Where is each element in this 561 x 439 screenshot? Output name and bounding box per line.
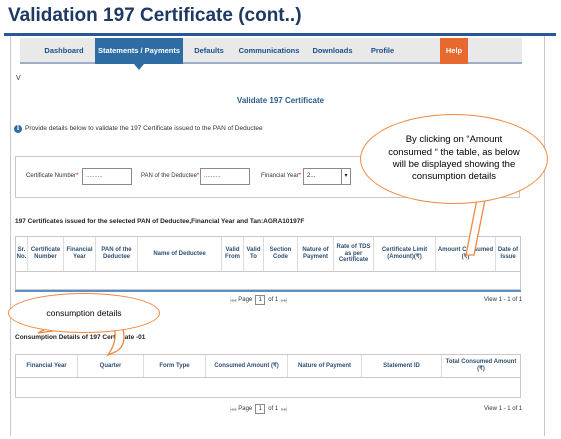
active-tab-caret-icon <box>134 64 144 70</box>
column-header[interactable]: Name of Deductee <box>138 237 222 271</box>
page-title: Validate 197 Certificate <box>236 96 325 105</box>
column-header[interactable]: Rate of TDS as per Certificate <box>334 237 374 271</box>
column-header[interactable]: Nature of Payment <box>298 237 334 271</box>
certificate-number-input[interactable]: .......... <box>82 168 132 185</box>
nav-item-statements-payments-label: Statements / Payments <box>97 46 181 55</box>
last-page-icon[interactable]: ▸ ▸| <box>281 406 287 413</box>
nav-item-downloads[interactable]: Downloads <box>310 38 355 64</box>
pan-label-text: PAN of the Deductee <box>141 173 197 179</box>
column-header[interactable]: Valid From <box>222 237 244 271</box>
column-header[interactable]: PAN of the Deductee <box>96 237 138 271</box>
first-page-icon[interactable]: |◂ ◂ <box>230 406 236 413</box>
financial-year-label-text: Financial Year <box>261 173 299 179</box>
last-page-icon[interactable]: ▸ ▸| <box>281 297 287 304</box>
required-mark: * <box>196 173 200 179</box>
page-number-input[interactable]: 1 <box>255 404 266 414</box>
slide-title: Validation 197 Certificate (cont..) <box>8 5 302 26</box>
certificate-number-label: Certificate Number* <box>26 173 78 179</box>
column-header[interactable]: Section Code <box>264 237 298 271</box>
required-mark: * <box>298 173 302 179</box>
main-nav: Dashboard Statements / Payments Defaults… <box>20 38 522 70</box>
financial-year-value: 2... <box>307 173 316 179</box>
column-header[interactable]: Date of Issue <box>496 237 520 271</box>
first-page-icon[interactable]: |◂ ◂ <box>230 297 236 304</box>
certificates-section-title: 197 Certificates issued for the selected… <box>15 218 305 225</box>
column-header[interactable]: Sr. No. <box>16 237 28 271</box>
amount-consumed-callout: By clicking on “Amount consumed “ the ta… <box>360 114 548 204</box>
column-header[interactable]: Certificate Number <box>28 237 64 271</box>
financial-year-label: Financial Year* <box>261 173 301 179</box>
info-icon: i <box>14 125 22 133</box>
page-of-label: of 1 <box>268 297 279 303</box>
column-header[interactable]: Quarter <box>78 355 144 377</box>
column-header[interactable]: Valid To <box>244 237 264 271</box>
certificates-table-header: Sr. No. Certificate Number Financial Yea… <box>15 236 521 272</box>
info-text: Provide details below to validate the 19… <box>25 125 263 132</box>
page-number-input[interactable]: 1 <box>255 295 266 305</box>
v-mark: V <box>16 75 21 82</box>
pan-input[interactable]: .......... <box>200 168 250 185</box>
column-header[interactable]: Nature of Payment <box>288 355 362 377</box>
required-mark: * <box>76 173 79 179</box>
nav-item-profile[interactable]: Profile <box>365 38 400 64</box>
certificates-pager: |◂ ◂ Page 1 of 1 ▸ ▸| <box>230 295 288 305</box>
nav-item-communications[interactable]: Communications <box>238 38 300 64</box>
column-header[interactable]: Financial Year <box>16 355 78 377</box>
table-row[interactable] <box>15 378 521 398</box>
nav-item-statements-payments[interactable]: Statements / Payments <box>95 38 183 70</box>
column-header[interactable]: Statement ID <box>362 355 442 377</box>
view-count: View 1 - 1 of 1 <box>484 297 523 303</box>
amount-consumed-column-header[interactable]: Amount Consumed (₹) <box>436 237 496 271</box>
consumption-pager: |◂ ◂ Page 1 of 1 ▸ ▸| <box>230 404 288 414</box>
column-header[interactable]: Form Type <box>144 355 206 377</box>
column-header[interactable]: Certificate Limit (Amount)(₹) <box>374 237 436 271</box>
table-row[interactable] <box>15 272 521 290</box>
page-label: Page <box>238 406 253 412</box>
pan-label: PAN of the Deductee* <box>141 173 199 179</box>
column-header[interactable]: Total Consumed Amount (₹) <box>442 355 520 377</box>
column-header[interactable]: Financial Year <box>64 237 96 271</box>
page-label: Page <box>238 297 253 303</box>
page-of-label: of 1 <box>268 406 279 412</box>
table-row-underline <box>15 290 521 292</box>
help-button[interactable]: Help <box>440 38 468 64</box>
consumption-table-header: Financial Year Quarter Form Type Consume… <box>15 354 521 378</box>
chevron-down-icon: ▾ <box>341 169 350 184</box>
column-header[interactable]: Consumed Amount (₹) <box>206 355 288 377</box>
financial-year-select[interactable]: 2... ▾ <box>303 168 351 185</box>
consumption-details-callout: consumption details <box>8 293 160 333</box>
nav-item-defaults[interactable]: Defaults <box>190 38 228 64</box>
view-count: View 1 - 1 of 1 <box>484 406 523 412</box>
nav-item-dashboard[interactable]: Dashboard <box>40 38 88 64</box>
consumption-section-title: Consumption Details of 197 Certificate -… <box>15 334 146 341</box>
certificate-number-label-text: Certificate Number <box>26 173 77 179</box>
